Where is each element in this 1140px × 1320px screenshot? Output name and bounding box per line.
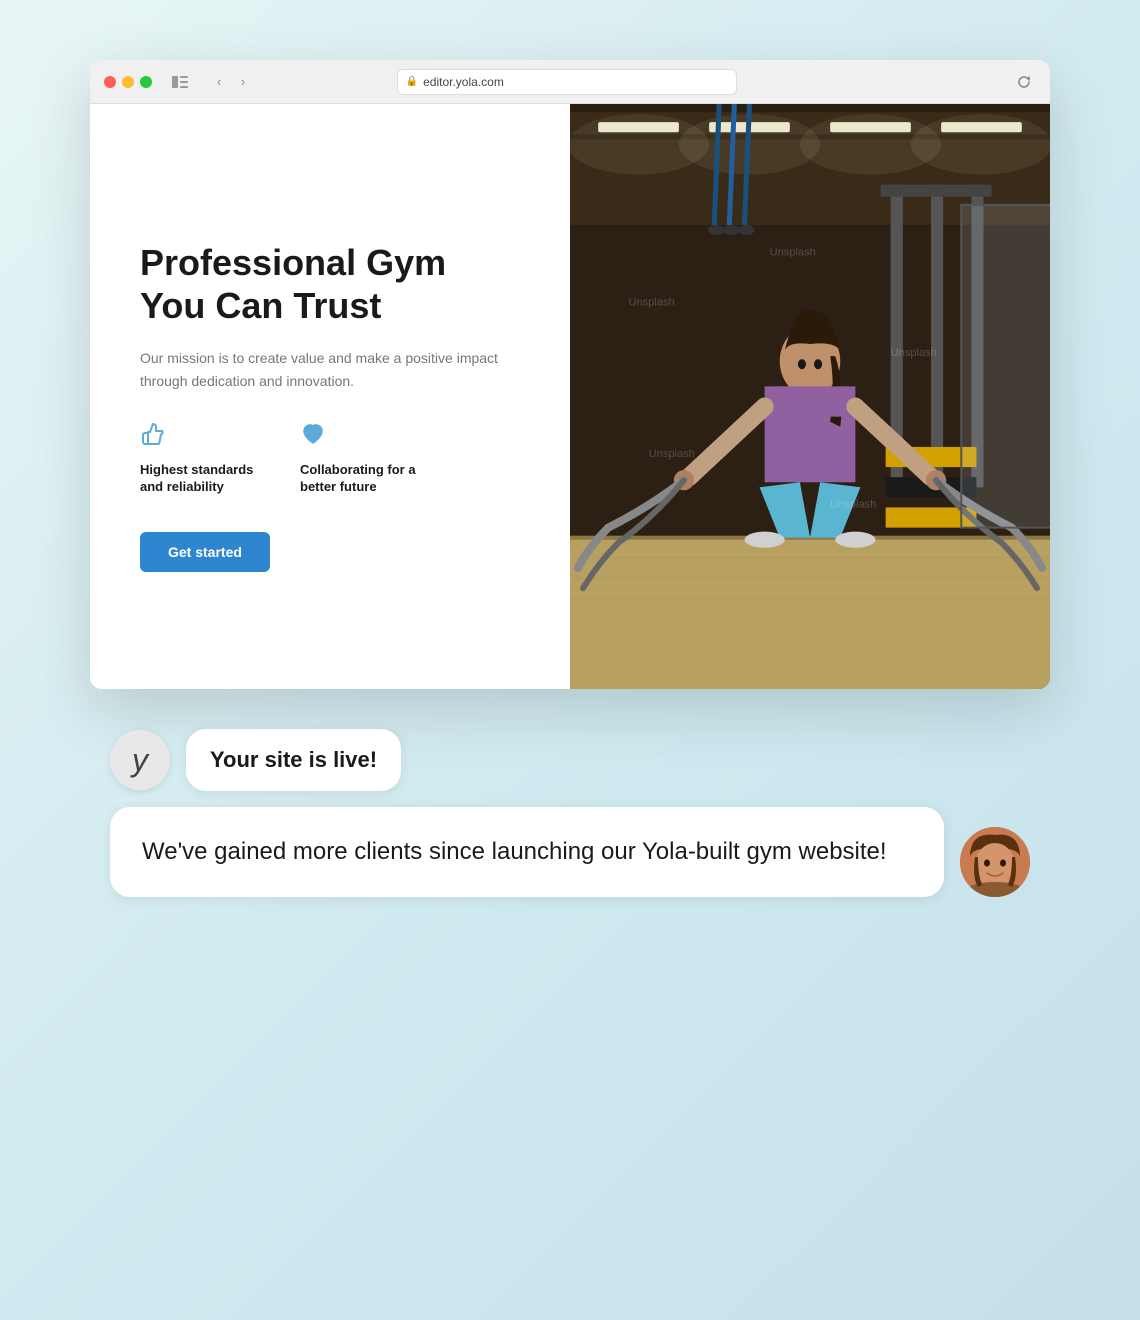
address-bar[interactable]: 🔒 editor.yola.com [397, 69, 737, 95]
url-text: editor.yola.com [423, 75, 504, 89]
hero-subtitle: Our mission is to create value and make … [140, 347, 520, 392]
left-panel: Professional Gym You Can Trust Our missi… [90, 104, 570, 689]
feature-1: Highest standards and reliability [140, 422, 260, 496]
feature-2: Collaborating for a better future [300, 422, 420, 496]
close-button[interactable] [104, 76, 116, 88]
yola-letter: y [132, 742, 148, 779]
forward-button[interactable]: › [232, 71, 254, 93]
testimonial-text: We've gained more clients since launchin… [142, 838, 887, 865]
site-live-bubble: Your site is live! [186, 729, 401, 791]
get-started-button[interactable]: Get started [140, 532, 270, 572]
svg-text:Unsplash: Unsplash [770, 246, 816, 258]
gym-image: Unsplash Unsplash Unsplash Unsplash Unsp… [570, 104, 1050, 689]
feature1-label: Highest standards and reliability [140, 462, 260, 496]
yola-avatar: y [110, 730, 170, 790]
svg-text:Unsplash: Unsplash [649, 448, 695, 460]
traffic-lights [104, 76, 152, 88]
feature2-label: Collaborating for a better future [300, 462, 420, 496]
minimize-button[interactable] [122, 76, 134, 88]
website-content: Professional Gym You Can Trust Our missi… [90, 104, 1050, 689]
features-row: Highest standards and reliability Collab… [140, 422, 520, 496]
heart-icon [300, 422, 420, 454]
svg-text:Unsplash: Unsplash [891, 347, 937, 359]
user-avatar-image [960, 827, 1030, 897]
browser-window: ‹ › 🔒 editor.yola.com Professional Gym Y… [90, 60, 1050, 689]
sidebar-toggle-button[interactable] [168, 70, 192, 94]
site-live-text: Your site is live! [210, 747, 377, 772]
right-panel: Unsplash Unsplash Unsplash Unsplash Unsp… [570, 104, 1050, 689]
svg-text:Unsplash: Unsplash [830, 498, 876, 510]
hero-title: Professional Gym You Can Trust [140, 241, 520, 327]
reload-button[interactable] [1012, 70, 1036, 94]
page-wrapper: ‹ › 🔒 editor.yola.com Professional Gym Y… [40, 60, 1100, 897]
nav-buttons: ‹ › [208, 71, 254, 93]
chat-row-2: We've gained more clients since launchin… [110, 807, 1030, 897]
maximize-button[interactable] [140, 76, 152, 88]
chat-row-1: y Your site is live! [110, 729, 1030, 791]
browser-toolbar: ‹ › 🔒 editor.yola.com [90, 60, 1050, 104]
chat-section: y Your site is live! We've gained more c… [90, 729, 1050, 897]
lock-icon: 🔒 [406, 76, 418, 87]
back-button[interactable]: ‹ [208, 71, 230, 93]
svg-text:Unsplash: Unsplash [628, 297, 674, 309]
user-avatar [960, 827, 1030, 897]
thumbsup-icon [140, 422, 260, 454]
testimonial-bubble: We've gained more clients since launchin… [110, 807, 944, 897]
